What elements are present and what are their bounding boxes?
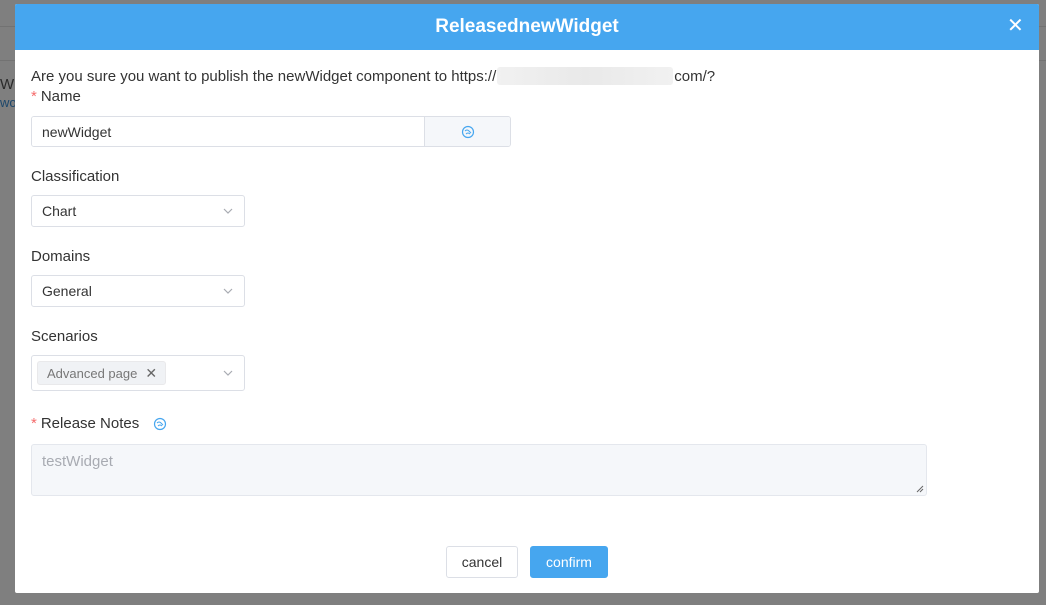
release-notes-textarea[interactable]: testWidget [31, 444, 927, 496]
domains-select[interactable]: General [31, 275, 245, 307]
classification-select[interactable]: Chart [31, 195, 245, 227]
confirm-message-suffix: com/? [674, 67, 716, 85]
brain-icon[interactable] [153, 417, 167, 431]
name-input[interactable] [32, 117, 425, 146]
domains-value: General [42, 283, 92, 299]
scenario-tag-label: Advanced page [47, 365, 138, 381]
release-notes-placeholder: testWidget [42, 453, 113, 470]
name-label: * Name [31, 88, 81, 105]
tag-close-icon[interactable]: ✕ [145, 366, 157, 380]
scenarios-label: Scenarios [31, 328, 98, 345]
domains-label: Domains [31, 248, 91, 265]
scenarios-select[interactable]: Advanced page ✕ [31, 355, 245, 391]
name-input-group [31, 116, 511, 147]
redacted-domain [497, 67, 674, 85]
brain-icon [461, 125, 474, 138]
name-generate-button[interactable] [425, 117, 510, 146]
required-asterisk: * [31, 415, 37, 432]
dialog-header: ReleasednewWidget ✕ [15, 4, 1039, 50]
release-notes-label: * Release Notes [31, 415, 167, 432]
resize-handle-icon[interactable] [916, 485, 924, 493]
scenario-tag: Advanced page ✕ [37, 361, 167, 385]
classification-value: Chart [42, 203, 77, 219]
confirm-button[interactable]: confirm [530, 546, 608, 578]
chevron-down-icon [223, 288, 233, 294]
dialog-title: ReleasednewWidget [435, 16, 619, 37]
publish-dialog: ReleasednewWidget ✕ Are you sure you wan… [15, 4, 1039, 593]
required-asterisk: * [31, 88, 37, 105]
confirm-message: Are you sure you want to publish the new… [31, 67, 715, 85]
chevron-down-icon [223, 208, 233, 214]
cancel-button[interactable]: cancel [446, 546, 518, 578]
classification-label: Classification [31, 168, 120, 185]
close-icon[interactable]: ✕ [1007, 16, 1024, 36]
chevron-down-icon [223, 370, 233, 376]
confirm-message-prefix: Are you sure you want to publish the new… [31, 67, 497, 85]
